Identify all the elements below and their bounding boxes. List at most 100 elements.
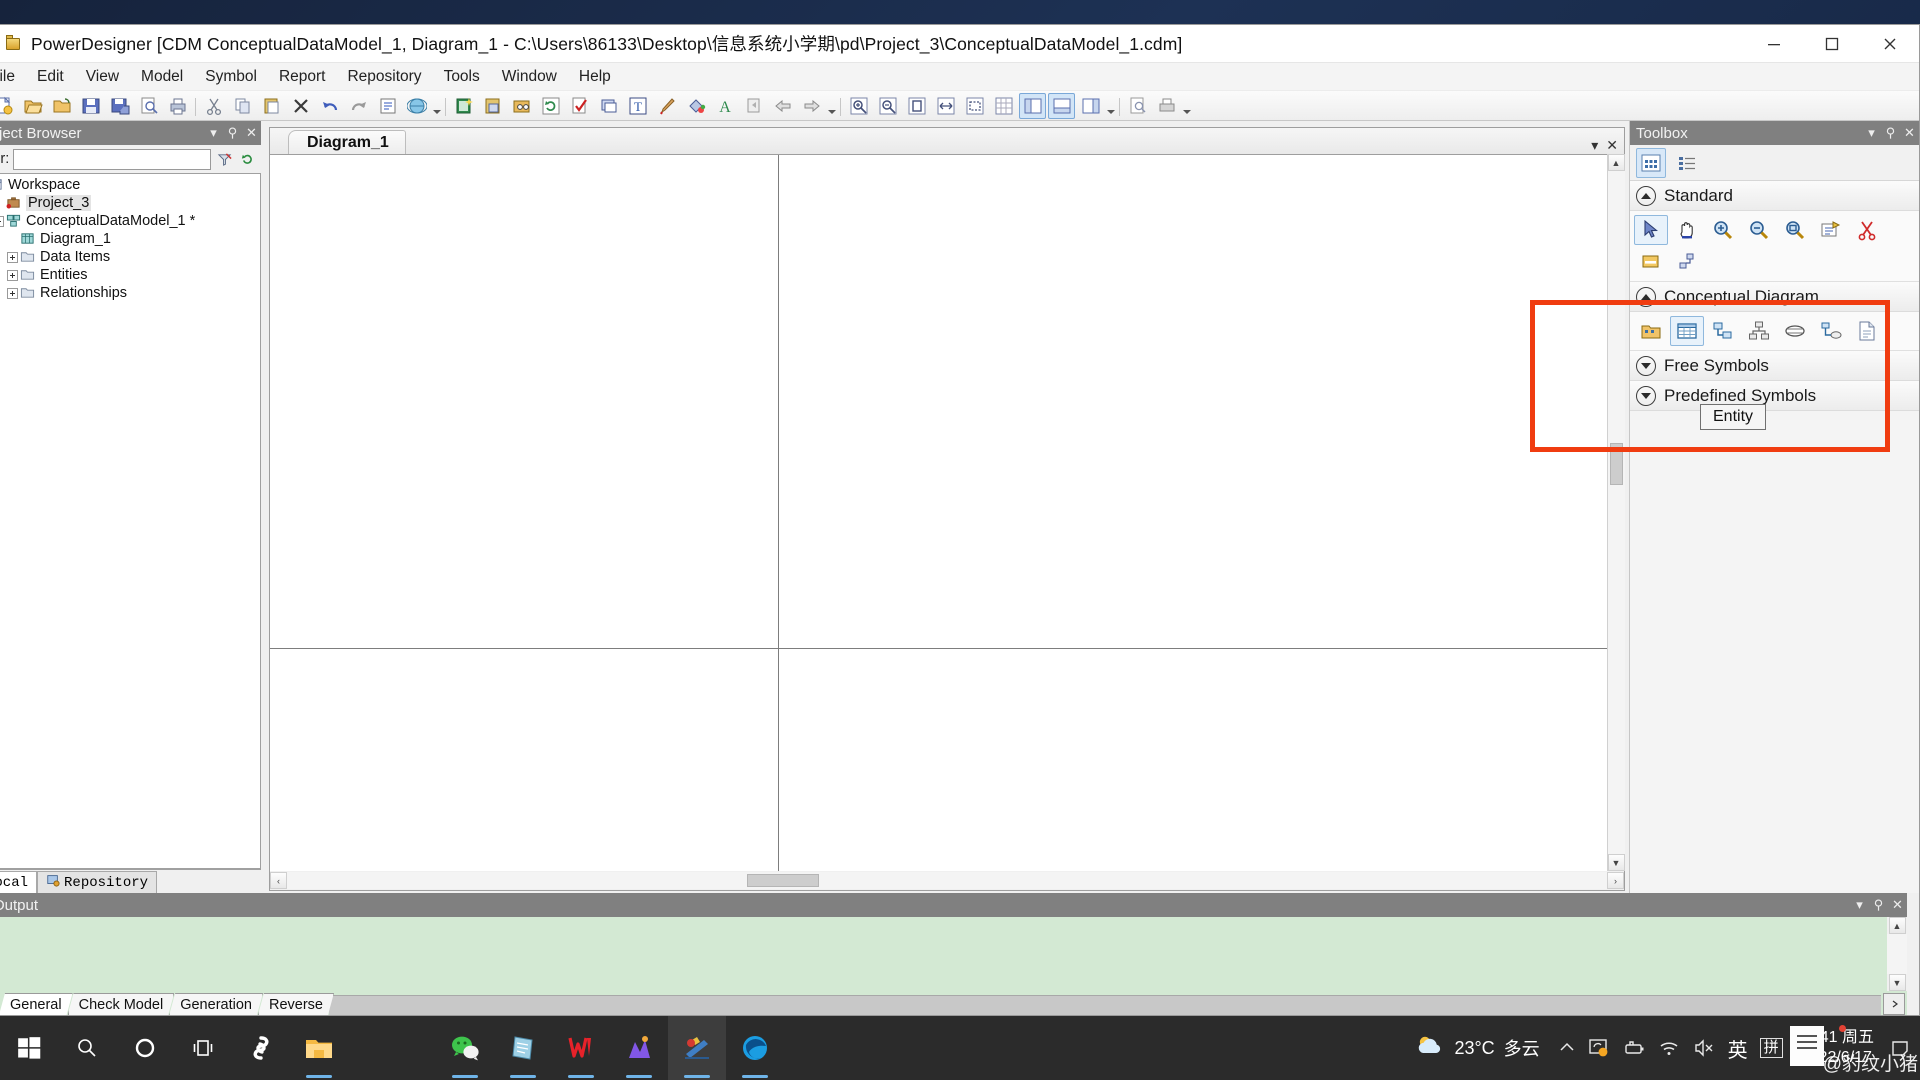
expander-icon[interactable] [7, 234, 18, 245]
browser-close-icon[interactable]: ✕ [242, 123, 261, 143]
horizontal-scroll-thumb[interactable] [747, 874, 819, 887]
notification-center-button[interactable] [1884, 1016, 1916, 1080]
tool-file[interactable] [1850, 316, 1884, 346]
open-workspace-button[interactable] [48, 93, 75, 119]
toolbox-pin-icon[interactable]: ⚲ [1881, 123, 1900, 143]
tree-item-data-items[interactable]: Data Items [0, 248, 260, 266]
scroll-right-button[interactable]: › [1607, 872, 1624, 889]
close-button[interactable] [1861, 25, 1919, 62]
volume-mute-icon[interactable] [1686, 1038, 1722, 1058]
save-all-button[interactable] [106, 93, 133, 119]
diagram-canvas[interactable] [270, 154, 1607, 871]
open-model-button[interactable] [19, 93, 46, 119]
globe-button[interactable] [403, 93, 430, 119]
menu-help[interactable]: Help [568, 65, 622, 89]
filter-apply-icon[interactable] [215, 149, 234, 169]
chevron-down-icon[interactable] [1636, 355, 1656, 376]
expander-icon[interactable] [7, 269, 18, 281]
menu-window[interactable]: Window [491, 65, 568, 89]
tool-zoom-rectangle[interactable] [1778, 215, 1812, 245]
print-layout-button[interactable] [1153, 93, 1180, 119]
chevron-up-icon[interactable] [1636, 185, 1656, 206]
expander-icon[interactable] [7, 287, 18, 299]
battery-icon[interactable] [1616, 1038, 1652, 1058]
taskbar-snipaste-icon[interactable] [232, 1016, 290, 1080]
fill-color-button[interactable] [682, 93, 709, 119]
list-view-icon[interactable] [1672, 148, 1702, 178]
save-button[interactable] [77, 93, 104, 119]
maximize-button[interactable] [1803, 25, 1861, 62]
menu-edit[interactable]: Edit [26, 65, 75, 89]
text-format-button[interactable]: T [624, 93, 651, 119]
output-tab-check-model[interactable]: Check Model [68, 993, 175, 1015]
toolbar-overflow-4[interactable] [1181, 94, 1192, 118]
canvas-vertical-scrollbar[interactable]: ▲ ▼ [1607, 154, 1625, 871]
toolbar-overflow-2[interactable] [826, 94, 837, 118]
tool-zoom-out[interactable] [1742, 215, 1776, 245]
taskbar-powerdesigner-icon[interactable] [668, 1016, 726, 1080]
tool-properties[interactable] [1814, 215, 1848, 245]
menu-file[interactable]: File [0, 65, 26, 89]
ime-language-indicator[interactable]: 英 [1722, 1034, 1754, 1063]
output-scroll-down-button[interactable]: ▼ [1888, 974, 1906, 991]
print-button[interactable] [164, 93, 191, 119]
taskbar-mindmaster-icon[interactable] [610, 1016, 668, 1080]
font-color-button[interactable]: A [711, 93, 738, 119]
toolbox-toggle-button[interactable] [1077, 93, 1104, 119]
toolbox-close-icon[interactable]: ✕ [1900, 123, 1919, 143]
onedrive-sync-icon[interactable] [1582, 1037, 1616, 1059]
menu-model[interactable]: Model [130, 65, 194, 89]
back-button[interactable] [769, 93, 796, 119]
taskbar-wechat-icon[interactable] [436, 1016, 494, 1080]
canvas-horizontal-scrollbar[interactable]: ‹ › [270, 871, 1624, 890]
toolbox-section-free-symbols[interactable]: Free Symbols [1630, 351, 1919, 381]
browser-pin-icon[interactable]: ⚲ [223, 123, 242, 143]
output-tab-generation[interactable]: Generation [169, 993, 263, 1015]
output-tab-reverse[interactable]: Reverse [258, 993, 334, 1015]
browser-tab-repository[interactable]: Repository [37, 871, 158, 893]
taskbar-weather[interactable]: 23°C 多云 [1403, 1033, 1551, 1064]
tool-note[interactable] [1634, 247, 1668, 277]
tool-delete[interactable] [1850, 215, 1884, 245]
tab-diagram-1[interactable]: Diagram_1 [288, 130, 406, 154]
output-vertical-scrollbar[interactable]: ▲ ▼ [1887, 917, 1907, 991]
filter-refresh-icon[interactable] [238, 149, 257, 169]
tool-grabber-hand[interactable] [1670, 215, 1704, 245]
taskbar-wps-icon[interactable] [552, 1016, 610, 1080]
menu-report[interactable]: Report [268, 65, 337, 89]
expander-icon[interactable] [7, 251, 18, 263]
refresh-button[interactable] [537, 93, 564, 119]
tool-zoom-in[interactable] [1706, 215, 1740, 245]
toolbox-section-conceptual-diagram[interactable]: Conceptual Diagram [1630, 282, 1919, 312]
tree-item-entities[interactable]: Entities [0, 266, 260, 284]
grid-button[interactable] [990, 93, 1017, 119]
output-scroll-up-button[interactable]: ▲ [1888, 917, 1906, 934]
output-menu-icon[interactable]: ▾ [1850, 895, 1869, 915]
browser-menu-icon[interactable]: ▾ [204, 123, 223, 143]
toolbox-menu-icon[interactable]: ▾ [1862, 123, 1881, 143]
tool-association[interactable] [1778, 316, 1812, 346]
expander-icon[interactable] [0, 215, 4, 227]
output-pin-icon[interactable]: ⚲ [1869, 895, 1888, 915]
menu-symbol[interactable]: Symbol [194, 65, 268, 89]
zoom-out-button[interactable] [874, 93, 901, 119]
properties-button[interactable] [374, 93, 401, 119]
tool-pointer[interactable] [1634, 215, 1668, 245]
taskbar-start-button[interactable] [0, 1016, 58, 1080]
output-close-icon[interactable]: ✕ [1888, 895, 1907, 915]
find-object-button[interactable] [508, 93, 535, 119]
zoom-page-width-button[interactable] [932, 93, 959, 119]
tool-link[interactable] [1670, 247, 1704, 277]
tool-package[interactable] [1634, 316, 1668, 346]
tool-association-link[interactable] [1814, 316, 1848, 346]
toolbox-section-predefined-symbols[interactable]: Predefined Symbols [1630, 381, 1919, 411]
taskbar-file-explorer-icon[interactable] [290, 1016, 348, 1080]
zoom-in-button[interactable] [845, 93, 872, 119]
diagram-properties-button[interactable] [479, 93, 506, 119]
scroll-down-button[interactable]: ▼ [1607, 854, 1625, 871]
zoom-whole-page-button[interactable] [903, 93, 930, 119]
undo-button[interactable] [316, 93, 343, 119]
vertical-scroll-track[interactable] [1607, 171, 1625, 854]
zoom-selection-button[interactable] [961, 93, 988, 119]
taskbar-search-button[interactable] [58, 1016, 116, 1080]
